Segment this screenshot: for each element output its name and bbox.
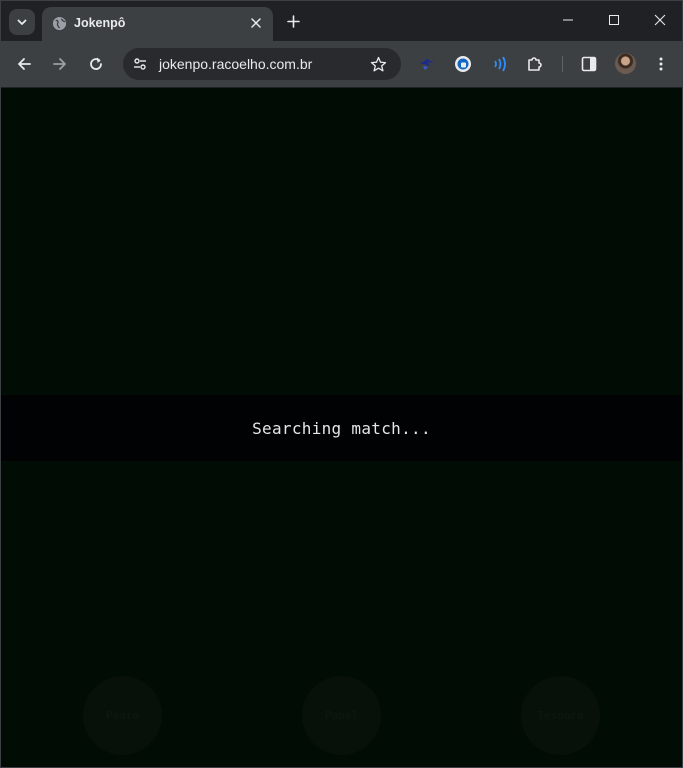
choice-label: Tesoura xyxy=(537,709,584,722)
choice-scissors-button[interactable]: Tesoura xyxy=(521,676,600,755)
side-panel-icon xyxy=(581,56,597,72)
browser-window: Jokenpô jokenpo.racoelho.com.br Searchin… xyxy=(0,0,683,768)
tab-strip: Jokenpô xyxy=(1,1,682,41)
reload-button[interactable] xyxy=(84,52,108,76)
extensions-button[interactable] xyxy=(523,52,547,76)
profile-avatar[interactable] xyxy=(615,53,636,74)
plus-icon xyxy=(286,14,300,28)
address-bar[interactable]: jokenpo.racoelho.com.br xyxy=(123,48,401,80)
close-window-button[interactable] xyxy=(638,5,682,35)
choice-paper-button[interactable]: Papel xyxy=(302,676,381,755)
url-text[interactable]: jokenpo.racoelho.com.br xyxy=(159,56,312,72)
game-page: Searching match... Pedra Papel Tesoura xyxy=(1,88,682,767)
extension-audio-button[interactable] xyxy=(487,52,511,76)
back-button[interactable] xyxy=(12,52,36,76)
bookmark-button[interactable] xyxy=(369,55,387,73)
tab-search-button[interactable] xyxy=(9,9,35,35)
arrow-left-icon xyxy=(18,58,31,70)
maximize-icon xyxy=(609,15,619,25)
status-text: Searching match... xyxy=(252,418,431,438)
close-icon xyxy=(654,14,666,26)
choice-rock-button[interactable]: Pedra xyxy=(83,676,162,755)
puzzle-icon xyxy=(528,57,542,71)
close-icon xyxy=(251,18,261,28)
tab-title: Jokenpô xyxy=(74,16,126,30)
status-banner: Searching match... xyxy=(1,395,682,461)
extension-bird-button[interactable] xyxy=(415,52,439,76)
side-panel-button[interactable] xyxy=(577,52,601,76)
minimize-icon xyxy=(563,19,573,21)
tune-icon xyxy=(134,58,146,70)
audio-waves-icon xyxy=(494,56,506,72)
more-vert-icon xyxy=(659,57,663,71)
browser-toolbar: jokenpo.racoelho.com.br xyxy=(1,41,682,87)
browser-menu-button[interactable] xyxy=(649,52,673,76)
reload-icon xyxy=(90,57,102,70)
star-icon xyxy=(370,56,386,71)
tab-close-button[interactable] xyxy=(247,14,265,32)
chevron-down-icon xyxy=(17,19,27,25)
toolbar-divider xyxy=(562,56,563,72)
maximize-button[interactable] xyxy=(592,5,636,35)
site-info-button[interactable] xyxy=(131,55,149,73)
new-tab-button[interactable] xyxy=(283,11,303,31)
choice-label: Papel xyxy=(324,709,359,722)
globe-icon xyxy=(52,16,67,31)
choice-label: Pedra xyxy=(105,709,140,722)
extension-password-button[interactable] xyxy=(451,52,475,76)
forward-button[interactable] xyxy=(48,52,72,76)
minimize-button[interactable] xyxy=(546,5,590,35)
bird-extension-icon xyxy=(420,59,434,70)
password-manager-icon xyxy=(455,56,471,72)
tab-jokenpo[interactable]: Jokenpô xyxy=(42,7,273,41)
arrow-right-icon xyxy=(53,58,66,70)
